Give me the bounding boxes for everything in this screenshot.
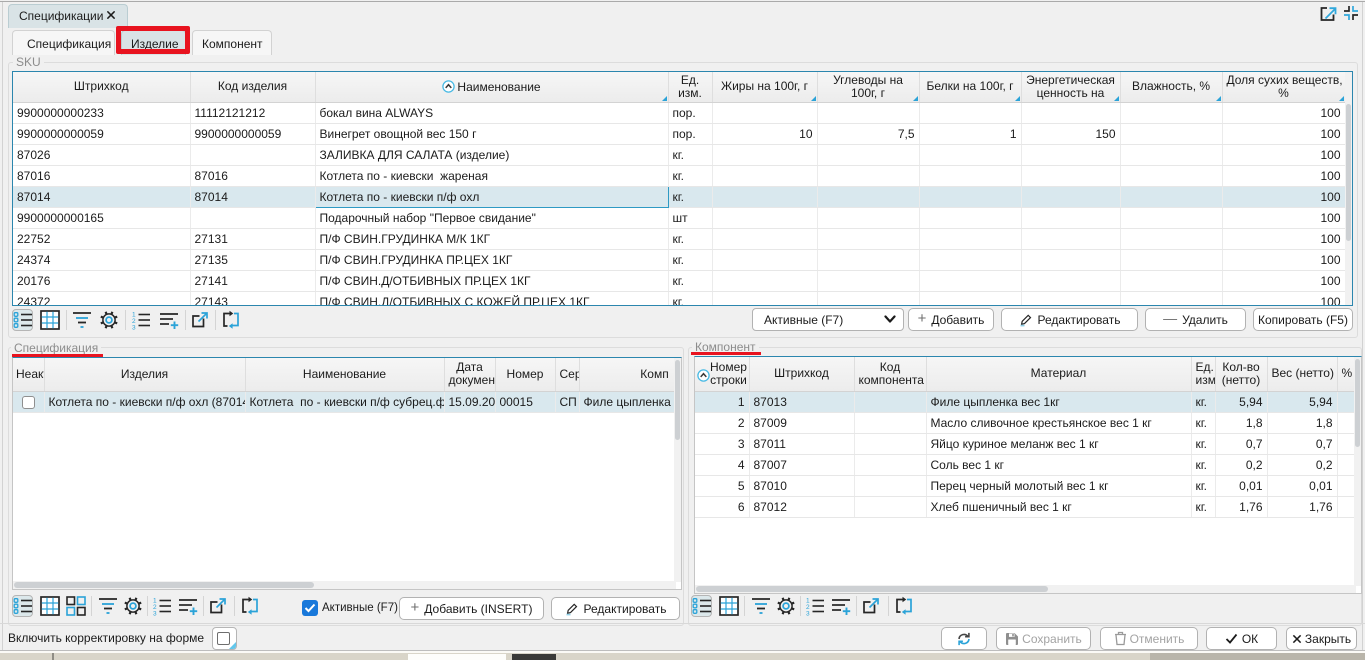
svg-text:3: 3 (806, 611, 810, 617)
svg-text:3: 3 (153, 611, 157, 617)
svg-text:3: 3 (132, 325, 136, 331)
